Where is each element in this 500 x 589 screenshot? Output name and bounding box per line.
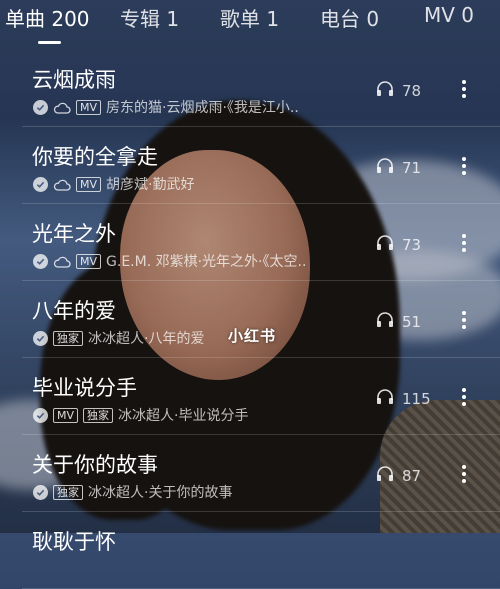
song-title: 关于你的故事 xyxy=(32,453,158,477)
song-row[interactable]: 八年的爱独家 冰冰超人·八年的爱 51 xyxy=(22,281,500,358)
play-count-value: 87 xyxy=(402,466,422,485)
exclusive-badge: 独家 xyxy=(53,330,83,346)
song-title: 云烟成雨 xyxy=(32,68,116,92)
check-circle-icon xyxy=(33,330,48,346)
headphones-icon xyxy=(376,311,394,332)
song-artist-album: 冰冰超人·八年的爱 xyxy=(88,331,205,347)
headphones-icon xyxy=(376,157,394,178)
cloud-icon xyxy=(53,177,71,191)
tab-radio[interactable]: 电台 0 xyxy=(320,3,379,32)
song-artist-album: 冰冰超人·关于你的故事 xyxy=(88,485,233,501)
tab-singles[interactable]: 单曲 200 xyxy=(5,3,90,32)
play-count-value: 71 xyxy=(402,158,422,177)
exclusive-badge: 独家 xyxy=(53,484,83,500)
check-circle-icon xyxy=(33,253,48,269)
category-tabs: 单曲 200 专辑 1 歌单 1 电台 0 MV 0 xyxy=(0,0,500,48)
headphones-icon xyxy=(376,234,394,255)
play-count: 73 xyxy=(376,234,430,255)
mv-badge[interactable]: MV xyxy=(53,407,79,423)
song-title: 耿耿于怀 xyxy=(32,530,116,554)
play-count: 78 xyxy=(376,80,430,101)
song-meta: 独家 冰冰超人·八年的爱 xyxy=(33,329,204,347)
watermark: 小红书 xyxy=(228,327,277,345)
more-vertical-icon[interactable] xyxy=(462,234,466,252)
play-count: 71 xyxy=(376,157,430,178)
exclusive-badge: 独家 xyxy=(83,407,114,423)
more-vertical-icon[interactable] xyxy=(462,157,466,175)
headphones-icon xyxy=(376,80,394,101)
song-row[interactable]: 耿耿于怀 xyxy=(22,512,500,589)
mv-badge[interactable]: MV xyxy=(76,176,102,192)
more-vertical-icon[interactable] xyxy=(462,311,466,329)
check-circle-icon xyxy=(33,99,48,115)
play-count-value: 78 xyxy=(402,81,422,100)
play-count-value: 73 xyxy=(402,235,422,254)
song-row[interactable]: 毕业说分手 MV 独家 冰冰超人·毕业说分手 115 xyxy=(22,358,500,435)
song-title: 光年之外 xyxy=(32,222,116,246)
play-count: 115 xyxy=(376,388,431,409)
mv-badge[interactable]: MV xyxy=(76,99,102,115)
song-row[interactable]: 云烟成雨 MV 房东的猫·云烟成雨·《我是江小.. 78 xyxy=(22,50,500,127)
song-title: 毕业说分手 xyxy=(32,376,137,400)
cloud-icon xyxy=(53,254,71,268)
song-row[interactable]: 关于你的故事独家 冰冰超人·关于你的故事 87 xyxy=(22,435,500,512)
song-artist-album: G.E.M. 邓紫棋·光年之外·《太空.. xyxy=(106,254,307,270)
song-artist-album: 冰冰超人·毕业说分手 xyxy=(118,408,249,424)
song-meta: MV 胡彦斌·勤武好 xyxy=(33,175,194,193)
song-title: 你要的全拿走 xyxy=(32,145,158,169)
headphones-icon xyxy=(376,388,394,409)
play-count-value: 51 xyxy=(402,312,422,331)
more-vertical-icon[interactable] xyxy=(462,465,466,483)
play-count: 51 xyxy=(376,311,430,332)
song-artist-album: 胡彦斌·勤武好 xyxy=(106,177,195,193)
play-count: 87 xyxy=(376,465,430,486)
tab-albums[interactable]: 专辑 1 xyxy=(120,3,179,32)
song-meta: MV 房东的猫·云烟成雨·《我是江小.. xyxy=(33,98,299,116)
check-circle-icon xyxy=(33,176,48,192)
more-vertical-icon[interactable] xyxy=(462,80,466,98)
active-tab-indicator xyxy=(38,41,61,44)
cloud-icon xyxy=(53,100,71,114)
headphones-icon xyxy=(376,465,394,486)
check-circle-icon xyxy=(33,407,48,423)
song-row[interactable]: 你要的全拿走 MV 胡彦斌·勤武好 71 xyxy=(22,127,500,204)
song-meta: 独家 冰冰超人·关于你的故事 xyxy=(33,483,232,501)
mv-badge[interactable]: MV xyxy=(76,253,102,269)
song-artist-album: 房东的猫·云烟成雨·《我是江小.. xyxy=(106,100,299,116)
song-meta: MV 独家 冰冰超人·毕业说分手 xyxy=(33,406,248,424)
tab-mv[interactable]: MV 0 xyxy=(424,3,474,27)
song-row[interactable]: 光年之外 MV G.E.M. 邓紫棋·光年之外·《太空.. 73 xyxy=(22,204,500,281)
tab-playlists[interactable]: 歌单 1 xyxy=(220,3,279,32)
play-count-value: 115 xyxy=(402,389,431,408)
song-title: 八年的爱 xyxy=(32,299,116,323)
song-meta: MV G.E.M. 邓紫棋·光年之外·《太空.. xyxy=(33,252,306,270)
more-vertical-icon[interactable] xyxy=(462,388,466,406)
check-circle-icon xyxy=(33,484,48,500)
